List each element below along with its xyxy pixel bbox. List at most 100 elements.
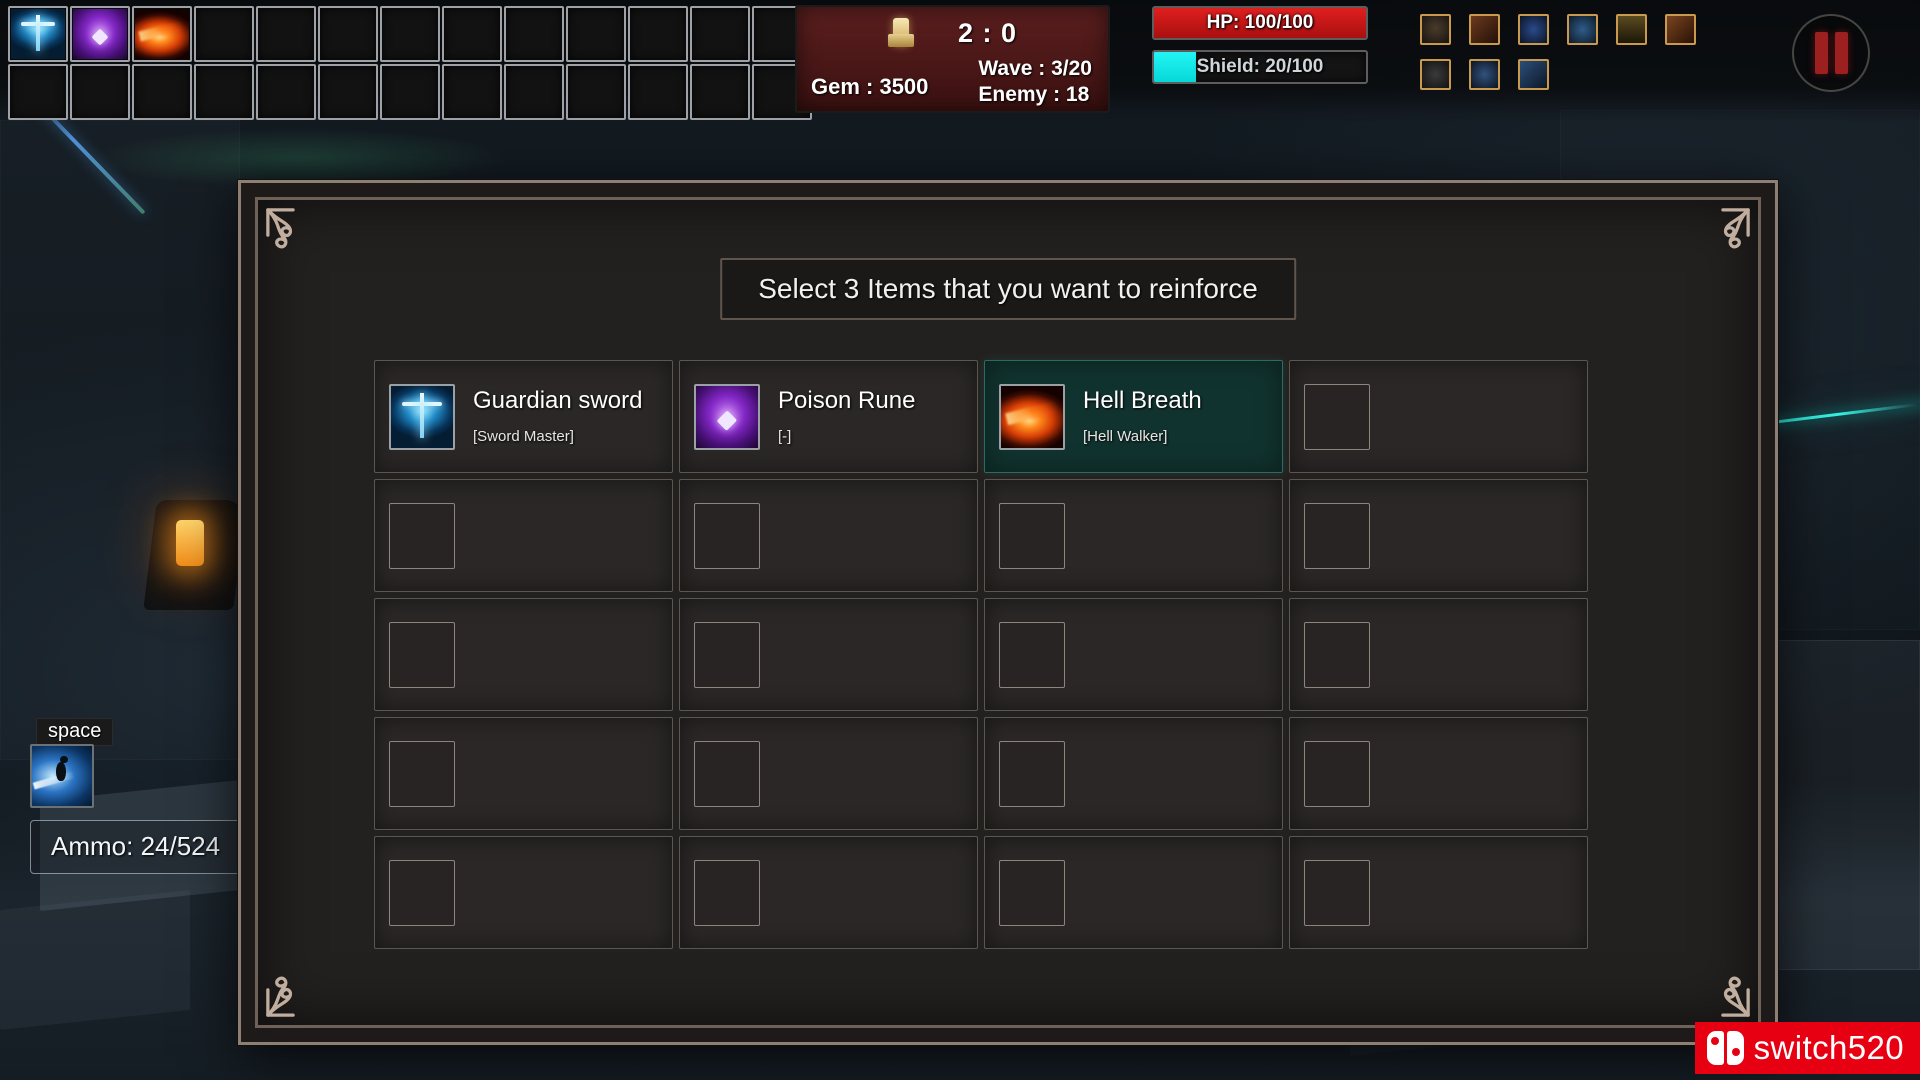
inventory-slot-empty[interactable] xyxy=(380,6,440,62)
empty-item-icon xyxy=(389,859,455,926)
shield-bar-label: Shield: 20/100 xyxy=(1196,56,1324,77)
corner-flourish-icon xyxy=(264,957,326,1019)
empty-item-icon xyxy=(999,621,1065,688)
inventory-slot-empty[interactable] xyxy=(690,64,750,120)
empty-item-icon xyxy=(1304,740,1370,807)
item-name: Poison Rune xyxy=(778,386,916,414)
modal-inner-panel: Select 3 Items that you want to reinforc… xyxy=(255,197,1761,1028)
empty-item-icon xyxy=(694,740,760,807)
skill-slot-2[interactable] xyxy=(1469,14,1500,45)
empty-item-icon xyxy=(1304,621,1370,688)
skill-slot-5[interactable] xyxy=(1616,14,1647,45)
corner-flourish-icon xyxy=(1690,957,1752,1019)
skill-slot-8[interactable] xyxy=(1469,59,1500,90)
poison-rune-icon xyxy=(73,9,127,59)
pause-button[interactable] xyxy=(1792,14,1870,92)
corner-flourish-icon xyxy=(264,206,326,268)
hp-bar-label: HP: 100/100 xyxy=(1206,12,1314,33)
inventory-grid[interactable] xyxy=(6,4,814,122)
item-cell-hell-breath[interactable]: Hell Breath [Hell Walker] xyxy=(984,360,1283,473)
item-cell-empty[interactable] xyxy=(1289,717,1588,830)
item-subtitle: [Hell Walker] xyxy=(1083,428,1168,446)
rune-icon xyxy=(694,383,760,450)
match-timer: 2 : 0 xyxy=(957,17,1018,48)
item-cell-empty[interactable] xyxy=(1289,360,1588,473)
hell-icon xyxy=(999,383,1065,450)
skill-slot-3[interactable] xyxy=(1518,14,1549,45)
inventory-slot-empty[interactable] xyxy=(442,64,502,120)
ceiling-glow xyxy=(90,128,510,188)
inventory-slot-empty[interactable] xyxy=(318,64,378,120)
item-cell-empty[interactable] xyxy=(679,479,978,592)
sword-icon xyxy=(389,383,455,450)
item-cell-empty[interactable] xyxy=(679,598,978,711)
hp-bar: HP: 100/100 xyxy=(1152,6,1368,40)
item-cell-empty[interactable] xyxy=(374,479,673,592)
vitals-panel: HP: 100/100 Shield: 20/100 xyxy=(1152,6,1368,94)
nintendo-switch-logo-icon xyxy=(1706,1031,1744,1065)
dash-ability-icon[interactable] xyxy=(30,744,94,808)
inventory-slot-empty[interactable] xyxy=(70,64,130,120)
item-cell-empty[interactable] xyxy=(984,479,1283,592)
dash-body xyxy=(56,761,66,781)
item-cell-empty[interactable] xyxy=(984,836,1283,949)
enemy-count: Enemy : 18 xyxy=(978,83,1090,107)
skill-slot-6[interactable] xyxy=(1665,14,1696,45)
inventory-slot-empty[interactable] xyxy=(566,64,626,120)
inventory-slot-poison-rune[interactable] xyxy=(70,6,130,62)
reinforce-item-grid[interactable]: Guardian sword [Sword Master] Poison Rune [… xyxy=(374,360,1588,949)
item-cell-empty[interactable] xyxy=(374,836,673,949)
inventory-slot-guardian-sword[interactable] xyxy=(8,6,68,62)
inventory-slot-empty[interactable] xyxy=(504,6,564,62)
inventory-slot-empty[interactable] xyxy=(256,64,316,120)
item-cell-empty[interactable] xyxy=(1289,598,1588,711)
inventory-slot-empty[interactable] xyxy=(194,6,254,62)
empty-item-icon xyxy=(999,502,1065,569)
dash-head xyxy=(60,755,68,764)
dash-streak xyxy=(32,771,75,790)
inventory-slot-empty[interactable] xyxy=(690,6,750,62)
inventory-slot-empty[interactable] xyxy=(380,64,440,120)
inventory-slot-empty[interactable] xyxy=(132,64,192,120)
inventory-slot-empty[interactable] xyxy=(628,64,688,120)
empty-item-icon xyxy=(694,859,760,926)
item-artwork xyxy=(1001,385,1063,448)
wall-panel xyxy=(0,120,240,760)
guardian-sword-icon xyxy=(11,9,65,59)
pause-icon-bar-right xyxy=(1834,32,1848,74)
skill-slot-1[interactable] xyxy=(1420,14,1451,45)
item-cell-empty[interactable] xyxy=(1289,836,1588,949)
item-subtitle: [Sword Master] xyxy=(473,428,574,446)
skill-slot-7[interactable] xyxy=(1420,59,1451,90)
pause-icon-bar-left xyxy=(1814,32,1828,74)
inventory-slot-empty[interactable] xyxy=(8,64,68,120)
item-cell-empty[interactable] xyxy=(679,717,978,830)
item-cell-empty[interactable] xyxy=(984,598,1283,711)
inventory-slot-empty[interactable] xyxy=(442,6,502,62)
item-cell-empty[interactable] xyxy=(984,717,1283,830)
item-text-block: Poison Rune [-] xyxy=(778,386,916,445)
item-text-block: Hell Breath [Hell Walker] xyxy=(1083,386,1202,446)
item-cell-empty[interactable] xyxy=(679,836,978,949)
inventory-slot-empty[interactable] xyxy=(628,6,688,62)
inventory-slot-empty[interactable] xyxy=(504,64,564,120)
ability-keybind-label: space xyxy=(36,718,114,746)
inventory-slot-hell-breath[interactable] xyxy=(132,6,192,62)
inventory-slot-empty[interactable] xyxy=(566,6,626,62)
inventory-slot-empty[interactable] xyxy=(194,64,254,120)
item-cell-guardian-sword[interactable]: Guardian sword [Sword Master] xyxy=(374,360,673,473)
empty-item-icon xyxy=(389,740,455,807)
inventory-slot-empty[interactable] xyxy=(318,6,378,62)
shield-bar: Shield: 20/100 xyxy=(1152,50,1368,84)
item-cell-empty[interactable] xyxy=(1289,479,1588,592)
item-cell-poison-rune[interactable]: Poison Rune [-] xyxy=(679,360,978,473)
inventory-slot-empty[interactable] xyxy=(256,6,316,62)
skill-slot-9[interactable] xyxy=(1518,59,1549,90)
skill-slot-4[interactable] xyxy=(1567,14,1598,45)
page-title: Select 3 Items that you want to reinforc… xyxy=(720,258,1296,320)
skill-slot-bar[interactable] xyxy=(1420,14,1696,104)
item-cell-empty[interactable] xyxy=(374,717,673,830)
ammo-counter: Ammo: 24/524 xyxy=(30,820,242,874)
item-cell-empty[interactable] xyxy=(374,598,673,711)
item-name: Hell Breath xyxy=(1083,386,1202,414)
